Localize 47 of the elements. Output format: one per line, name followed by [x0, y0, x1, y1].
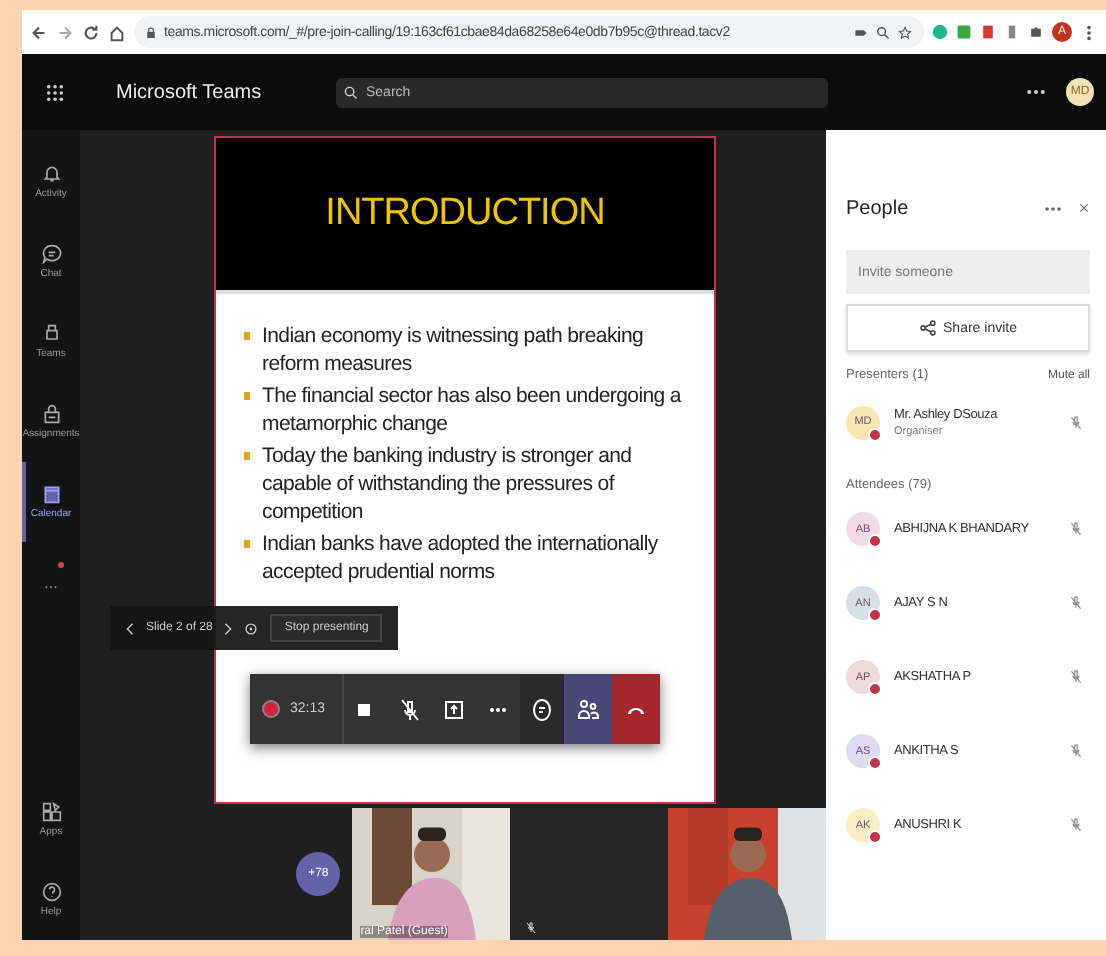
chat-icon [529, 697, 554, 721]
close-icon[interactable] [1078, 202, 1090, 214]
bullet-text: The financial sector has also been undergoing a metamorphic change [262, 382, 684, 438]
muted-microphone-icon [1070, 522, 1082, 536]
zoom-icon[interactable] [876, 25, 890, 39]
bullet-text: Today the banking industry is stronger and capable of withstanding the pressures of competition [262, 442, 634, 526]
chat-icon [41, 244, 61, 264]
back-icon[interactable] [30, 23, 48, 41]
reload-icon[interactable] [82, 23, 100, 41]
more-icon[interactable] [1022, 84, 1050, 100]
lock-icon [146, 25, 156, 39]
calendar-icon [41, 484, 61, 504]
people-button[interactable] [563, 674, 612, 744]
help-icon [41, 882, 61, 902]
people-icon [575, 697, 600, 721]
muted-microphone-icon [1070, 818, 1082, 832]
share-screen-icon [441, 697, 466, 721]
muted-microphone-icon [1070, 670, 1082, 684]
next-icon[interactable] [224, 621, 233, 635]
app-launcher-icon[interactable] [46, 83, 64, 101]
muted-microphone-icon [1070, 744, 1082, 758]
panel-title: People [846, 197, 911, 219]
apps-icon [41, 802, 61, 822]
muted-microphone-icon [1070, 596, 1082, 610]
muted-microphone-icon [1070, 415, 1082, 429]
tag-icon[interactable] [854, 25, 868, 39]
muted-microphone-icon [397, 697, 422, 721]
previous-icon[interactable] [126, 621, 134, 635]
bag-icon [41, 404, 61, 424]
bullet-icon [244, 392, 250, 400]
chat-button[interactable] [519, 674, 564, 744]
search-icon [344, 85, 358, 99]
bullet-text: Indian economy is witnessing path breaking reform measures [262, 322, 646, 378]
bullet-icon [244, 540, 250, 548]
app-bar-item[interactable]: ... [22, 542, 80, 622]
app-title: Microsoft Teams [116, 81, 264, 103]
slide-title: INTRODUCTION [325, 192, 605, 236]
bullet-icon [244, 452, 250, 460]
bell-icon [41, 164, 61, 184]
muted-microphone-icon [526, 922, 537, 934]
share-icon [919, 320, 936, 336]
bullet-icon [244, 332, 250, 340]
star-icon[interactable] [898, 25, 912, 39]
bullet-text: Indian banks have adopted the internationally accepted prudential norms [262, 530, 660, 586]
home-icon[interactable] [108, 23, 126, 41]
more-icon[interactable] [1044, 205, 1062, 211]
teams-icon [41, 324, 61, 344]
